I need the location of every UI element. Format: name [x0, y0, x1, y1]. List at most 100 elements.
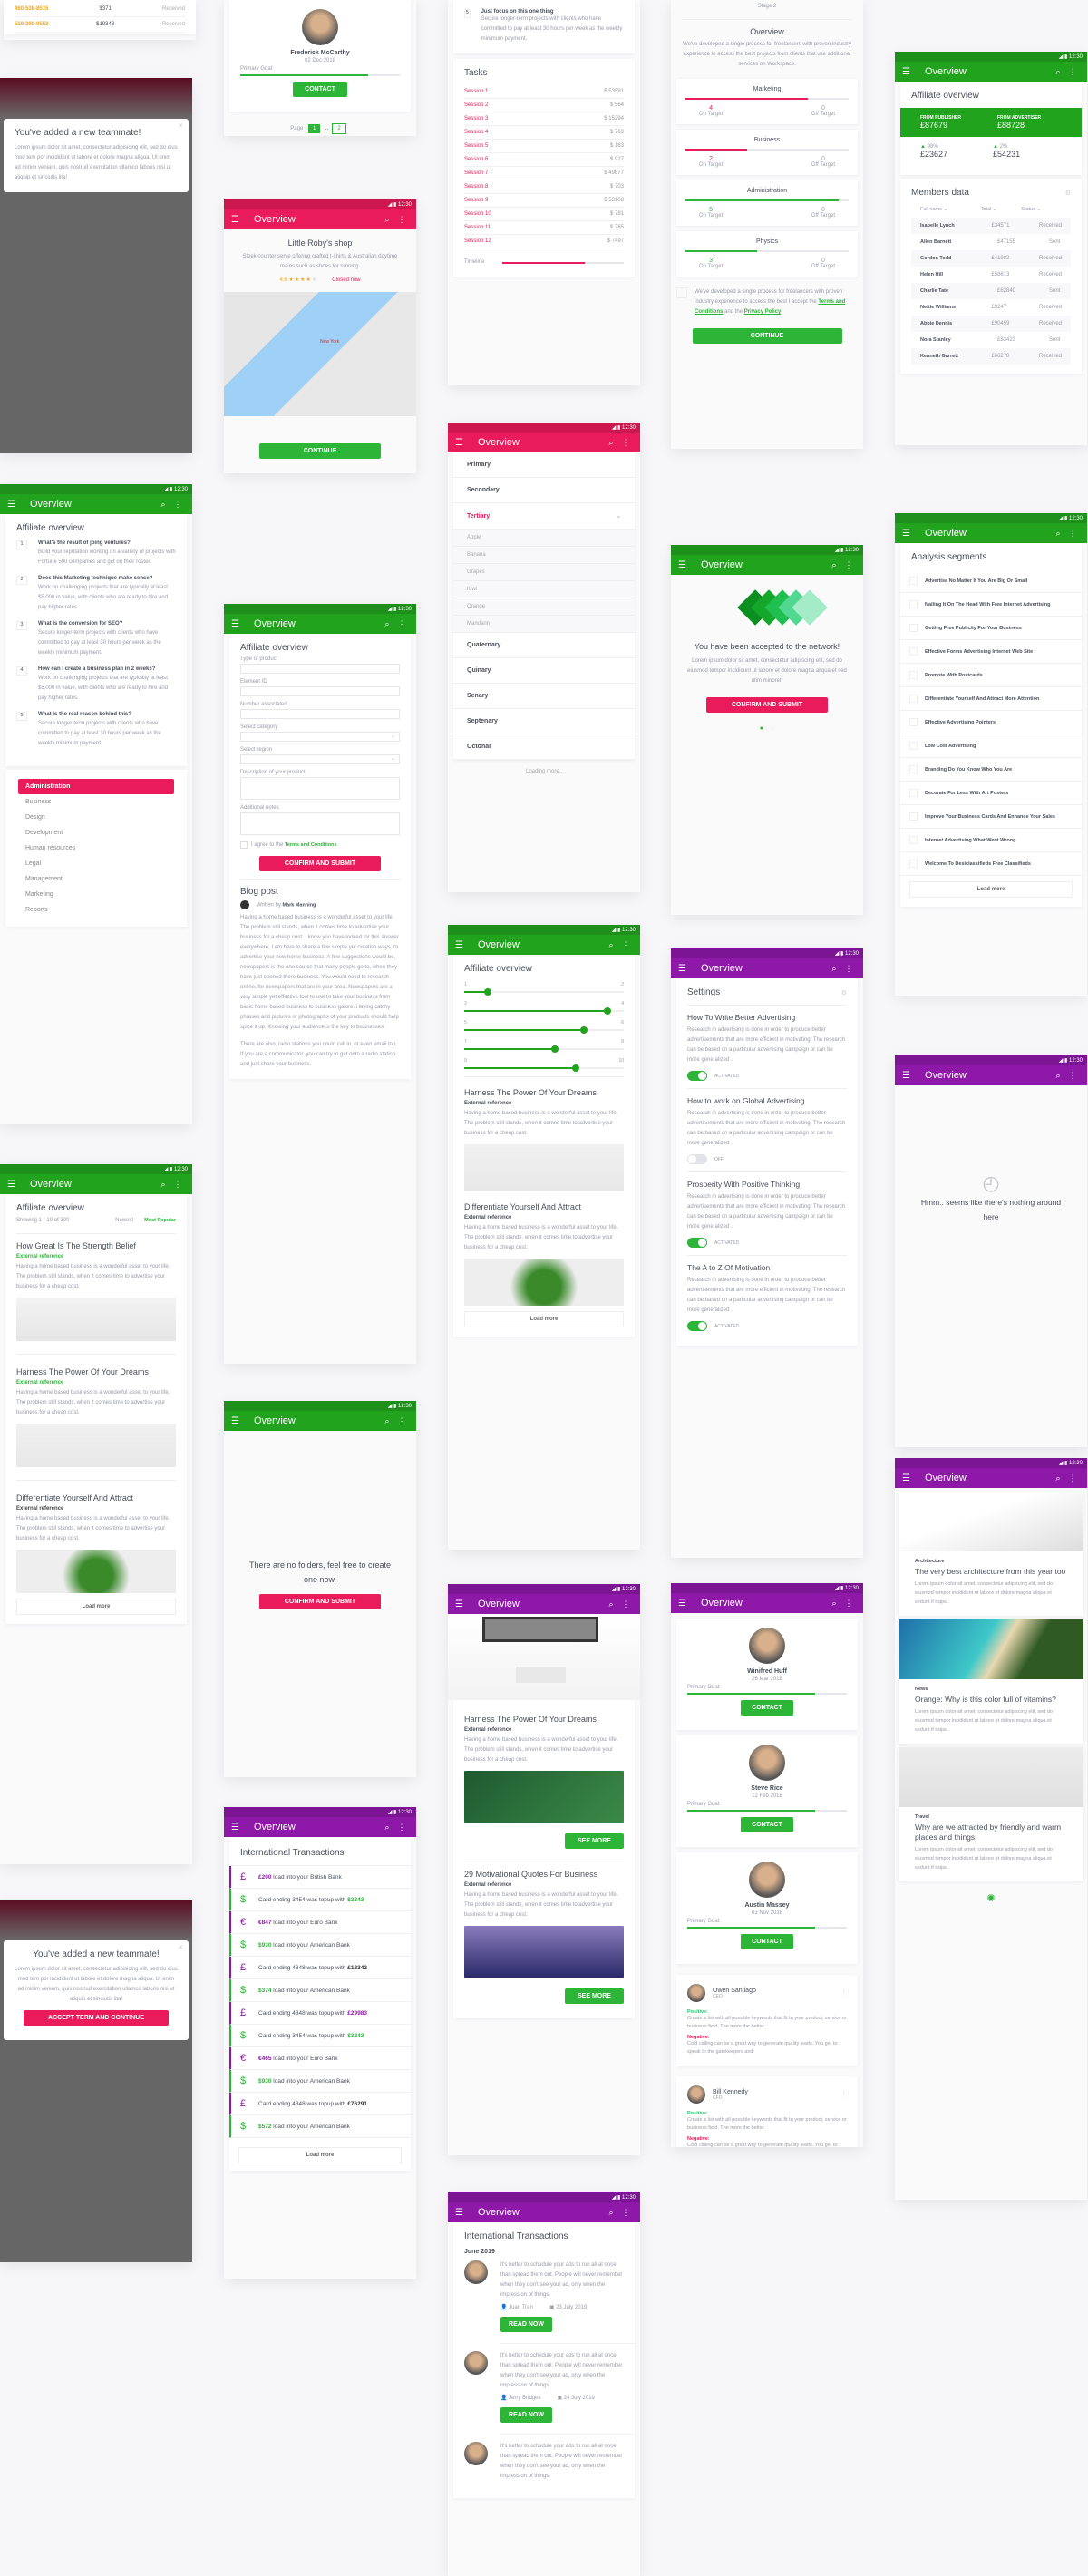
contact-button[interactable]: CONTACT — [741, 1817, 793, 1832]
segment-item[interactable]: Branding Do You Know Who You Are — [900, 758, 1082, 782]
contact-button[interactable]: CONTACT — [741, 1934, 793, 1949]
accordion-subitem[interactable]: Grapes — [453, 564, 635, 581]
menu-icon[interactable]: ☰ — [902, 67, 911, 77]
text-input[interactable] — [240, 686, 400, 696]
table-row[interactable]: Allen Barnett £47155 Sent — [911, 234, 1071, 250]
transaction-row[interactable]: $ $572 load into your American Bank — [229, 2115, 411, 2138]
menu-item[interactable]: Legal — [18, 856, 174, 871]
transaction-row[interactable]: £ £200 load into your British Bank — [229, 1866, 411, 1889]
load-more-button[interactable]: Load more — [909, 881, 1073, 898]
segment-item[interactable]: Getting Free Publicity For Your Business — [900, 617, 1082, 640]
contact-button[interactable]: CONTACT — [293, 82, 347, 97]
task-row[interactable]: Session 6 $ 927 — [464, 153, 624, 167]
table-row[interactable]: Kenneth Garrett £66278 Received — [911, 348, 1071, 365]
menu-icon[interactable]: ☰ — [902, 529, 911, 539]
menu-icon[interactable]: ☰ — [455, 940, 464, 950]
news-card[interactable]: Travel Why are we attracted by friendly a… — [899, 1747, 1083, 1881]
menu-item[interactable]: Administration — [18, 779, 174, 794]
gear-icon[interactable]: ⚙ — [841, 989, 847, 996]
transaction-row[interactable]: £ Card ending 4848 was topup with £12342 — [229, 1957, 411, 1979]
privacy-link[interactable]: Privacy Policy — [744, 309, 782, 315]
confirm-submit-button[interactable]: CONFIRM AND SUBMIT — [259, 1594, 381, 1609]
range-slider[interactable] — [464, 988, 624, 996]
accept-button[interactable]: ACCEPT TERM AND CONTINUE — [24, 2010, 169, 2026]
search-icon[interactable]: ⌕ — [604, 1599, 618, 1609]
load-more-button[interactable]: Load more — [16, 1599, 176, 1615]
more-vert-icon[interactable]: ⋮ — [394, 1416, 409, 1426]
phone[interactable]: 460-538-8515 — [15, 6, 48, 12]
task-row[interactable]: Session 4 $ 763 — [464, 126, 624, 140]
faq-item[interactable]: 2 Does this Marketing technique make sens… — [16, 576, 176, 613]
range-slider[interactable] — [464, 1064, 624, 1072]
menu-item[interactable]: Development — [18, 825, 174, 841]
news-card[interactable]: News Orange: Why is this color full of vi… — [899, 1619, 1083, 1744]
search-icon[interactable]: ⌕ — [156, 1180, 170, 1190]
select-dropdown[interactable]: ⌄ — [240, 754, 400, 764]
transaction-row[interactable]: $ $374 load into your American Bank — [229, 1979, 411, 2002]
text-input[interactable] — [240, 709, 400, 719]
task-row[interactable]: Session 2 $ 564 — [464, 99, 624, 112]
segment-item[interactable]: Promote With Postcards — [900, 664, 1082, 687]
search-icon[interactable]: ⌕ — [604, 2208, 618, 2218]
transaction-row[interactable]: £ Card ending 4848 was topup with £29983 — [229, 2002, 411, 2025]
more-vert-icon[interactable]: ⋮ — [394, 215, 409, 225]
column-header[interactable]: Full name ⌄ — [920, 207, 981, 212]
segment-item[interactable]: Improve Your Business Cards And Enhance … — [900, 805, 1082, 829]
article[interactable]: How Great Is The Strength Belief External… — [16, 1241, 176, 1355]
page-2-button[interactable]: 2 — [332, 123, 346, 134]
segment-item[interactable]: Nailing It On The Head With Free Interne… — [900, 593, 1082, 617]
textarea[interactable] — [240, 812, 400, 835]
transaction-row[interactable]: $ $930 load into your American Bank — [229, 2070, 411, 2093]
more-vert-icon[interactable]: ⋮ — [1065, 1473, 1080, 1483]
external-reference-link[interactable]: External reference — [464, 1727, 624, 1733]
segment-checkbox[interactable] — [909, 860, 918, 868]
table-row[interactable]: Charlie Tate £62840 Sent — [911, 283, 1071, 299]
menu-icon[interactable]: ☰ — [902, 1071, 911, 1081]
external-reference-link[interactable]: External reference — [464, 1101, 624, 1106]
segment-item[interactable]: Advertise No Matter If You Are Big Or Sm… — [900, 569, 1082, 593]
load-more-button[interactable]: Load more — [238, 2147, 402, 2163]
see-more-button[interactable]: SEE MORE — [565, 1833, 624, 1849]
more-vert-icon[interactable]: ⋮ — [840, 2091, 847, 2098]
menu-icon[interactable]: ☰ — [455, 1599, 464, 1609]
transaction-row[interactable]: $ $930 load into your American Bank — [229, 1934, 411, 1957]
table-row[interactable]: Gordon Todd £41982 Received — [911, 250, 1071, 267]
table-row[interactable]: Nora Stanley £83423 Sent — [911, 332, 1071, 348]
transaction-row[interactable]: $ Card ending 3454 was topup with $3243 — [229, 2025, 411, 2047]
segment-item[interactable]: Differentiate Yourself And Attract More … — [900, 687, 1082, 711]
accordion-item[interactable]: Septenary — [453, 709, 635, 734]
more-vert-icon[interactable]: ⋮ — [841, 1599, 856, 1609]
accordion-item[interactable]: Secondary — [453, 478, 635, 503]
confirm-submit-button[interactable]: CONFIRM AND SUBMIT — [259, 856, 381, 871]
segment-item[interactable]: Internet Advertising What Went Wrong — [900, 829, 1082, 852]
more-vert-icon[interactable]: ⋮ — [394, 1823, 409, 1832]
accordion-item[interactable]: Tertiary ⌄ — [453, 503, 635, 530]
toggle-switch[interactable] — [687, 1238, 707, 1248]
search-icon[interactable]: ⌕ — [1051, 529, 1065, 539]
search-icon[interactable]: ⌕ — [156, 500, 170, 510]
menu-icon[interactable]: ☰ — [7, 500, 16, 510]
menu-icon[interactable]: ☰ — [678, 1599, 687, 1609]
faq-item[interactable]: 3 What is the conversion for SEO? Secure l… — [16, 621, 176, 658]
range-slider[interactable] — [464, 1007, 624, 1015]
accept-checkbox[interactable] — [676, 287, 687, 298]
menu-item[interactable]: Marketing — [18, 887, 174, 902]
segment-checkbox[interactable] — [909, 577, 918, 585]
faq-item[interactable]: 1 What's the result of joing ventures? Bui… — [16, 540, 176, 568]
segment-checkbox[interactable] — [909, 812, 918, 821]
search-icon[interactable]: ⌕ — [1051, 67, 1065, 77]
continue-button[interactable]: CONTINUE — [259, 443, 381, 459]
load-more-button[interactable]: Load more — [464, 1311, 624, 1327]
range-slider[interactable] — [464, 1026, 624, 1034]
segment-item[interactable]: Decorate For Less With Art Posters — [900, 782, 1082, 805]
external-reference-link[interactable]: External reference — [464, 1882, 624, 1888]
more-vert-icon[interactable]: ⋮ — [1065, 67, 1080, 77]
more-vert-icon[interactable]: ⋮ — [170, 500, 185, 510]
sort-newest[interactable]: Newest — [115, 1218, 133, 1223]
contact-button[interactable]: CONTACT — [741, 1700, 793, 1716]
menu-item[interactable]: Design — [18, 810, 174, 825]
text-input[interactable] — [240, 664, 400, 674]
transaction-row[interactable]: $ Card ending 3454 was topup with $3243 — [229, 1889, 411, 1911]
slider-handle[interactable] — [604, 1007, 612, 1015]
search-icon[interactable]: ⌕ — [827, 1599, 841, 1609]
